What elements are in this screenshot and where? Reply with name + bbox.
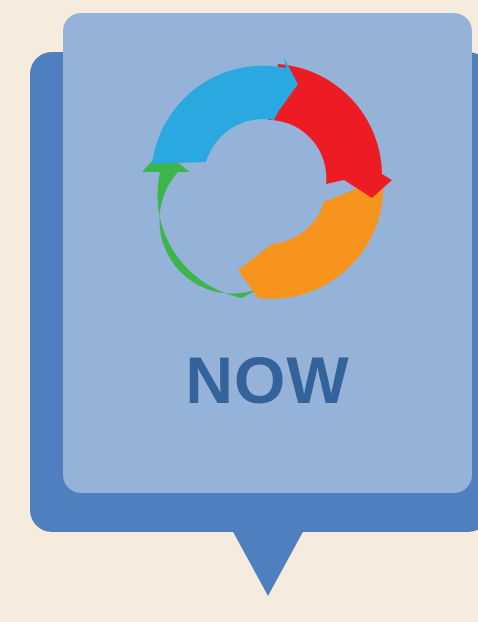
caption-now: NOW	[185, 343, 350, 417]
speech-bubble-pointer	[232, 530, 304, 596]
cycle-arrows-icon	[142, 58, 392, 299]
cycle-center	[214, 126, 326, 238]
